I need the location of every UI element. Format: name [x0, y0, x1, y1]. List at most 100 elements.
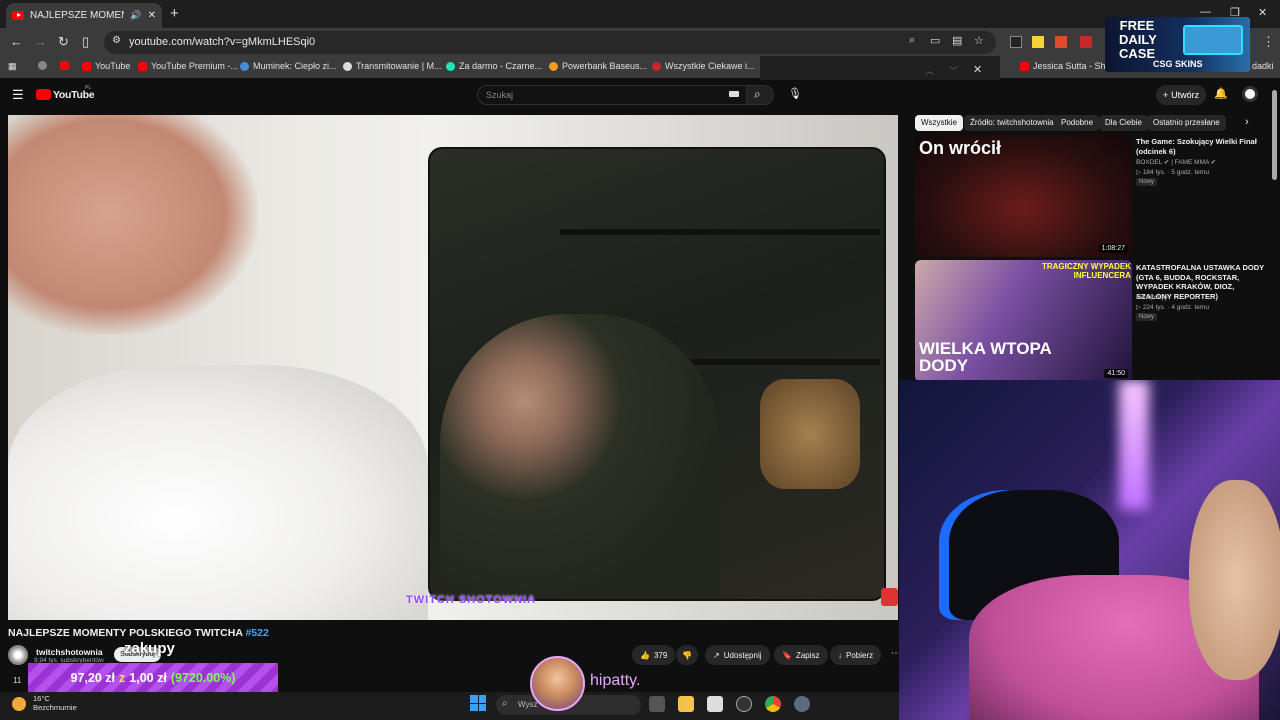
- speaker-icon[interactable]: 🔊: [130, 10, 141, 21]
- store-icon[interactable]: [707, 696, 723, 712]
- extension-icon[interactable]: [1055, 36, 1067, 48]
- forward-icon[interactable]: →: [34, 34, 47, 49]
- keyboard-icon[interactable]: [729, 91, 739, 97]
- chip-similar[interactable]: Podobne: [1055, 115, 1100, 131]
- bag: [760, 379, 860, 489]
- find-close-icon[interactable]: ✕: [973, 63, 982, 76]
- reader-icon[interactable]: ▤: [952, 34, 962, 47]
- close-window-icon[interactable]: ✕: [1258, 6, 1267, 19]
- shelf: [560, 229, 880, 235]
- bookmark-jessica-sutta[interactable]: Jessica Sutta - Show: [1020, 61, 1117, 71]
- youtube-logo-icon[interactable]: [36, 89, 51, 100]
- search-button[interactable]: ⌕: [746, 85, 774, 105]
- chip-recent[interactable]: Ostatnio przesłane: [1147, 115, 1226, 131]
- youtube-region: PL: [85, 85, 92, 91]
- find-next-icon[interactable]: ﹀: [949, 64, 958, 77]
- plus-icon: +: [1162, 90, 1169, 100]
- related-video-thumbnail[interactable]: TRAGICZNY WYPADEK INFLUENCERA WIELKA WTO…: [915, 260, 1132, 382]
- share-icon: ↗: [713, 650, 720, 660]
- ad-banner[interactable]: FREE DAILY CASE CSG SKINS: [1105, 17, 1250, 72]
- youtube-header: ☰ YouTube PL Szukaj ⌕ 🎙 + Utwórz 🔔: [0, 80, 1280, 110]
- temperature: 16°C: [33, 694, 50, 703]
- new-badge: Nowy: [1136, 178, 1158, 186]
- back-icon[interactable]: ←: [10, 34, 23, 49]
- bookmark-transmitowanie[interactable]: Transmitowanie | M...: [343, 61, 442, 71]
- menu-dots-icon[interactable]: ⋮: [1262, 34, 1275, 50]
- ad-brand: CSG SKINS: [1153, 59, 1203, 69]
- channel-name[interactable]: twitchshotownia: [36, 647, 103, 657]
- donation-amount: 97,20 zł: [70, 670, 116, 685]
- related-video-stats: ▷ 184 tys. · 5 godz. temu: [1136, 169, 1209, 176]
- bookmark-muminek[interactable]: Muminek: Ciepło zi...: [240, 61, 337, 71]
- bookmark-za-darmo[interactable]: Za darmo - Czarne...: [446, 61, 542, 71]
- related-video-thumbnail[interactable]: On wrócił 1:08:27: [915, 135, 1132, 257]
- related-video-title[interactable]: The Game: Szokujący Wielki Finał (odcine…: [1136, 137, 1266, 156]
- related-video-channel[interactable]: BOXDEL ✔ | FAME MMA ✔: [1136, 158, 1216, 167]
- notifications-bell-icon[interactable]: 🔔: [1214, 87, 1228, 100]
- thumbnail-subtext: TRAGICZNY WYPADEK INFLUENCERA: [1041, 262, 1131, 280]
- streamer: [440, 314, 720, 599]
- cast-icon[interactable]: ▭: [930, 34, 940, 47]
- chevron-right-icon[interactable]: ›: [1245, 116, 1249, 128]
- bookmark-youtube[interactable]: YouTube: [82, 61, 130, 71]
- donation-goal-bar: 97,20 zł z 1,00 zł (9720.00%): [28, 663, 278, 692]
- bookmark-star-icon[interactable]: ☆: [974, 34, 984, 47]
- chip-all[interactable]: Wszystkie: [915, 115, 963, 131]
- video-player[interactable]: TWITCH SHOTOWNIA: [8, 115, 898, 620]
- weather-condition: Bezchmurnie: [33, 703, 77, 712]
- bookmark-wszystkie-ciekawe[interactable]: Wszystkie Ciekawe i...: [652, 61, 755, 71]
- search-icon: ⌕: [502, 698, 508, 709]
- zoom-icon[interactable]: ⌕: [909, 34, 915, 47]
- related-video-stats: ▷ 224 tys. · 4 godz. temu: [1136, 304, 1209, 311]
- save-button[interactable]: 🔖 Zapisz: [774, 645, 828, 665]
- like-button[interactable]: 👍 379: [632, 645, 676, 665]
- tab-strip: NAJLEPSZE MOMENTY PO 🔊 ✕ + — ❐ ✕: [0, 0, 1280, 28]
- related-video-channel[interactable]: Konopskyy: [1136, 293, 1168, 302]
- app-icon[interactable]: [736, 696, 752, 712]
- chrome-icon[interactable]: [765, 696, 781, 712]
- bookmark-youtube-premium[interactable]: YouTube Premium -...: [138, 61, 238, 71]
- bookmark-icon[interactable]: [60, 61, 69, 70]
- weather-icon[interactable]: [12, 697, 26, 711]
- close-tab-icon[interactable]: ✕: [148, 10, 156, 21]
- donation-percent: (9720.00%): [170, 670, 236, 685]
- task-view-icon[interactable]: [649, 696, 665, 712]
- side-panel-icon[interactable]: ▯: [82, 34, 89, 50]
- create-button[interactable]: + Utwórz: [1156, 85, 1206, 105]
- chip-source[interactable]: Źródło: twitchshotownia: [964, 115, 1060, 131]
- file-explorer-icon[interactable]: [678, 696, 694, 712]
- extension-icon[interactable]: [1010, 36, 1022, 48]
- microphone-icon[interactable]: 🎙: [788, 87, 802, 100]
- browser-tab[interactable]: NAJLEPSZE MOMENTY PO 🔊 ✕: [6, 3, 162, 28]
- windows-start-icon[interactable]: [470, 695, 486, 711]
- channel-avatar[interactable]: [8, 645, 28, 665]
- bookmarks-bar: ▦ YouTube YouTube Premium -... Muminek: …: [0, 56, 1280, 78]
- settings-gear-icon[interactable]: [794, 696, 810, 712]
- views-icon: ▷: [1136, 169, 1141, 176]
- dislike-button[interactable]: 👎: [676, 645, 698, 665]
- search-icon: ⌕: [754, 87, 761, 101]
- share-button[interactable]: ↗ Udostępnij: [705, 645, 770, 665]
- extension-icon[interactable]: [1032, 36, 1044, 48]
- download-icon: ↓: [838, 650, 842, 660]
- bookmark-powerbank[interactable]: Powerbank Baseus...: [549, 61, 647, 71]
- bookmark-other[interactable]: dadki: [1252, 61, 1274, 71]
- new-tab-button[interactable]: +: [170, 5, 179, 22]
- find-previous-icon[interactable]: ︿: [925, 64, 934, 77]
- video-tag[interactable]: #522: [245, 627, 268, 639]
- site-info-icon[interactable]: ⚙: [112, 35, 121, 46]
- bookmark-icon[interactable]: [38, 61, 47, 70]
- reload-icon[interactable]: ↻: [58, 34, 69, 50]
- youtube-endscreen-icon[interactable]: [881, 588, 898, 606]
- apps-icon[interactable]: ▦: [8, 61, 17, 72]
- chip-for-you[interactable]: Dla Ciebie: [1099, 115, 1148, 131]
- weather-widget[interactable]: 16°C Bezchmurnie: [33, 694, 77, 712]
- youtube-favicon-icon: [12, 11, 24, 20]
- avatar[interactable]: [1242, 86, 1258, 102]
- extension-icon[interactable]: [1080, 36, 1092, 48]
- download-button[interactable]: ↓ Pobierz: [830, 645, 882, 665]
- hamburger-menu-icon[interactable]: ☰: [12, 87, 24, 103]
- omnibox[interactable]: ⚙ youtube.com/watch?v=gMkmLHESqi0 ⌕ ▭ ▤ …: [104, 31, 996, 54]
- search-input[interactable]: Szukaj: [477, 85, 747, 105]
- scrollbar[interactable]: [1272, 90, 1277, 180]
